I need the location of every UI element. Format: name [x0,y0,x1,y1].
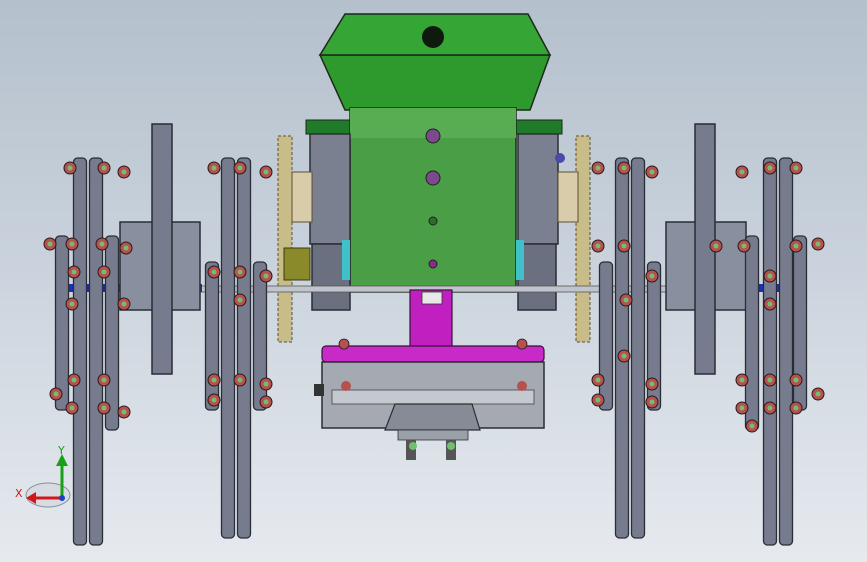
washer [793,405,799,411]
washer [793,243,799,249]
washer [237,165,243,171]
leg-link [88,157,104,546]
washer [211,165,217,171]
washer [767,405,773,411]
main-body [349,107,517,293]
washer [739,405,745,411]
washer [767,165,773,171]
washer [101,165,107,171]
leg-link [220,157,236,539]
leg-link [762,157,778,546]
washer [237,297,243,303]
left-motor-housing [309,133,351,311]
washer [121,409,127,415]
washer [53,391,59,397]
washer [793,377,799,383]
right-cam-disc [665,123,747,375]
washer [649,169,655,175]
leg-link [744,235,760,431]
washer [99,241,105,247]
cad-viewport[interactable]: Y X [0,0,867,562]
washer [739,169,745,175]
leg-link [630,157,646,539]
washer [121,301,127,307]
washer [713,243,719,249]
washer [211,397,217,403]
washer [47,241,53,247]
washer [767,301,773,307]
body-screw [428,216,438,226]
washer [101,377,107,383]
hexapod-robot-front-view: Y X [15,13,825,546]
washer [211,269,217,275]
coordinate-triad: Y X [15,444,71,508]
leg-link [236,157,252,539]
washer [649,381,655,387]
washer [739,377,745,383]
left-gear [277,135,313,343]
leg-link [614,157,630,539]
washer [649,399,655,405]
washer [741,243,747,249]
washer [69,301,75,307]
washer [71,269,77,275]
washer [595,165,601,171]
hopper [318,13,552,111]
washer [621,353,627,359]
washer [595,397,601,403]
washer [101,405,107,411]
washer [263,273,269,279]
washer [263,399,269,405]
washer [649,273,655,279]
hopper-hole [422,26,444,48]
washer [815,391,821,397]
z-axis-dot [59,495,65,501]
leg-link [204,261,220,411]
washer [69,405,75,411]
triad-x-label: X [15,487,23,500]
washer [67,165,73,171]
lower-housing [314,361,545,460]
washer [237,377,243,383]
body-nut [425,128,441,144]
washer [263,169,269,175]
leg-link [104,235,120,431]
leg-link [54,235,70,411]
washer [595,377,601,383]
washer [767,377,773,383]
right-gear [557,135,591,343]
washer [749,423,755,429]
lower-bracket [321,289,545,363]
leg-link [598,261,614,411]
leg-link [72,157,88,546]
washer [621,165,627,171]
leg-link [778,157,794,546]
washer [767,273,773,279]
washer [69,241,75,247]
washer [71,377,77,383]
washer [237,269,243,275]
body-screw [428,259,438,269]
washer [123,245,129,251]
washer [621,243,627,249]
washer [101,269,107,275]
triad-y-label: Y [57,444,65,457]
washer [263,381,269,387]
washer [815,241,821,247]
washer [211,377,217,383]
washer [623,297,629,303]
body-nut [425,170,441,186]
washer [121,169,127,175]
washer [793,165,799,171]
washer [595,243,601,249]
